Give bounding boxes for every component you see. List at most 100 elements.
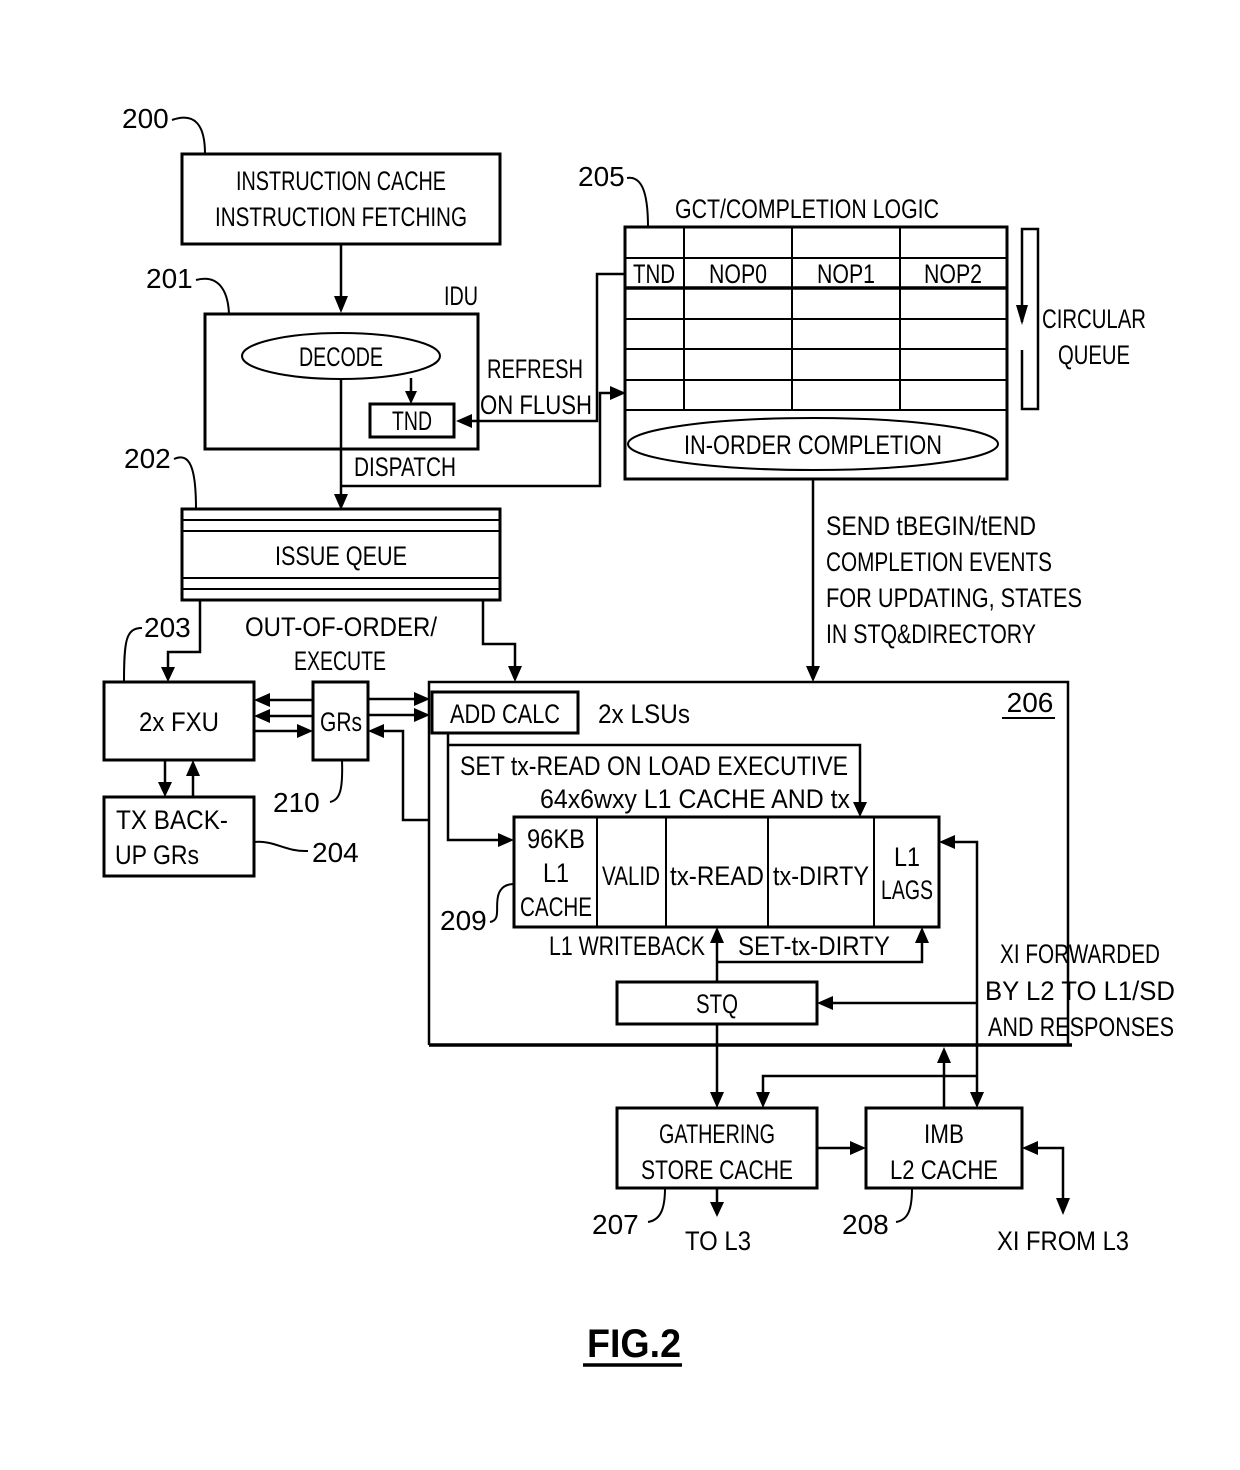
lsu-title: 2x LSUs: [598, 699, 690, 729]
leader-208: [895, 1187, 913, 1223]
connector-lsu-grs: [382, 729, 429, 822]
connector-issue-lsu: [481, 600, 517, 668]
decode-label: DECODE: [299, 342, 383, 372]
xi-forward-label-3: AND RESPONSES: [988, 1012, 1174, 1042]
arrow-head-icon: [498, 833, 514, 847]
gct-col-nop2: NOP2: [924, 259, 982, 289]
leader-203: [123, 627, 143, 683]
instruction-cache-block: INSTRUCTION CACHE INSTRUCTION FETCHING: [180, 152, 502, 246]
connector-l2-l1flags: [953, 840, 979, 1095]
ref-202: 202: [124, 443, 171, 474]
ooo-label-1: OUT-OF-ORDER/: [245, 612, 437, 642]
writeback-label: L1 WRITEBACK: [549, 931, 705, 961]
xi-forward-label-2: BY L2 TO L1/SD: [985, 976, 1175, 1006]
leader-204: [253, 840, 309, 853]
add-calc-label: ADD CALC: [450, 699, 560, 729]
ref-208: 208: [842, 1209, 889, 1240]
arrow-head-icon: [756, 1092, 770, 1108]
send-label-2: COMPLETION EVENTS: [826, 547, 1052, 577]
refresh-label-2: ON FLUSH: [480, 390, 592, 420]
connector-l2-l3: [1036, 1146, 1065, 1200]
ooo-label-2: EXECUTE: [294, 646, 386, 676]
arrow-head-icon: [368, 724, 384, 738]
arrow-head-icon: [915, 927, 929, 943]
connector-addcalc-l1: [446, 733, 500, 842]
arrow-head-icon: [710, 1092, 724, 1108]
gct-completion-block: GCT/COMPLETION LOGIC TND NOP0 NOP1 NOP2 …: [623, 194, 1146, 481]
in-order-completion-label: IN-ORDER COMPLETION: [684, 430, 942, 460]
grs-label: GRs: [320, 707, 362, 737]
circular-queue-bracket: [1020, 227, 1040, 411]
ref-207: 207: [592, 1209, 639, 1240]
arrow-head-icon: [297, 724, 313, 738]
cache-note: 64x6wxy L1 CACHE AND tx: [540, 784, 850, 814]
arrow-head-icon: [254, 709, 270, 723]
processor-pipeline-diagram: INSTRUCTION CACHE INSTRUCTION FETCHING 2…: [102, 103, 1175, 1367]
ref-200: 200: [122, 103, 169, 134]
stq-label: STQ: [696, 989, 738, 1019]
arrow-head-icon: [710, 1202, 724, 1217]
l1-cell-flags-lags: LAGS: [881, 875, 933, 905]
idu-tnd-label: TND: [392, 406, 432, 436]
issue-queue-block: ISSUE QEUE: [180, 507, 502, 602]
leader-201: [195, 277, 230, 315]
set-read-note: SET tx-READ ON LOAD EXECUTIVE: [460, 751, 848, 781]
xi-from-l3-label: XI FROM L3: [997, 1226, 1129, 1256]
arrow-head-icon: [1022, 1141, 1038, 1155]
circular-queue-line1: CIRCULAR: [1042, 304, 1146, 334]
ref-201: 201: [146, 263, 193, 294]
arrow-head-icon: [937, 1047, 951, 1063]
instruction-cache-line1: INSTRUCTION CACHE: [236, 166, 446, 196]
leader-209: [489, 883, 515, 923]
arrow-head-icon: [970, 1092, 984, 1108]
l1-cell-96kb: 96KB: [527, 824, 585, 854]
to-l3-label: TO L3: [685, 1226, 751, 1256]
l1-cell-l1: L1: [543, 858, 569, 888]
arrow-head-icon: [186, 760, 200, 776]
l1-cell-flags-l1: L1: [894, 842, 920, 872]
arrow-head-icon: [161, 667, 175, 682]
ref-206: 206: [1007, 687, 1054, 718]
xi-forward-label-1: XI FORWARDED: [1000, 939, 1160, 969]
l1-cell-cache: CACHE: [520, 892, 592, 922]
tx-backup-line2: UP GRs: [115, 840, 199, 870]
fxu-label: 2x FXU: [139, 707, 219, 737]
ref-203: 203: [144, 612, 191, 643]
ref-205: 205: [578, 161, 625, 192]
gct-title: GCT/COMPLETION LOGIC: [675, 194, 939, 224]
arrow-down-icon: [1016, 305, 1028, 325]
idu-title: IDU: [444, 281, 478, 311]
leader-205: [626, 176, 649, 228]
arrow-head-icon: [158, 782, 172, 797]
gsc-line2: STORE CACHE: [641, 1155, 793, 1185]
gct-col-tnd: TND: [633, 259, 675, 289]
ref-204: 204: [312, 837, 359, 868]
gct-col-nop0: NOP0: [709, 259, 767, 289]
arrow-head-icon: [414, 692, 430, 706]
leader-200: [171, 116, 206, 155]
leader-202: [173, 456, 197, 510]
instruction-cache-line2: INSTRUCTION FETCHING: [215, 202, 467, 232]
set-dirty-label: SET-tx-DIRTY: [738, 931, 890, 961]
leader-207: [647, 1187, 666, 1223]
leader-210: [329, 759, 344, 803]
gct-col-nop1: NOP1: [817, 259, 875, 289]
issue-queue-label: ISSUE QEUE: [275, 541, 407, 571]
arrow-head-icon: [334, 296, 348, 313]
l1-cell-valid: VALID: [602, 861, 660, 891]
arrow-head-icon: [850, 1141, 866, 1155]
l2-line1: IMB: [924, 1119, 964, 1149]
arrow-head-icon: [1056, 1198, 1070, 1215]
dispatch-label: DISPATCH: [354, 452, 456, 482]
arrow-head-icon: [508, 666, 522, 682]
send-label-4: IN STQ&DIRECTORY: [826, 619, 1036, 649]
l1-cell-tx-read: tx-READ: [670, 861, 764, 891]
figure-label: FIG.2: [587, 1322, 681, 1366]
tx-backup-line1: TX BACK-: [116, 805, 228, 835]
send-label-1: SEND tBEGIN/tEND: [826, 511, 1036, 541]
refresh-label-1: REFRESH: [487, 354, 583, 384]
ref-210: 210: [273, 787, 320, 818]
arrow-head-icon: [817, 996, 833, 1010]
arrow-head-icon: [939, 835, 955, 849]
l1-cell-tx-dirty: tx-DIRTY: [773, 861, 869, 891]
